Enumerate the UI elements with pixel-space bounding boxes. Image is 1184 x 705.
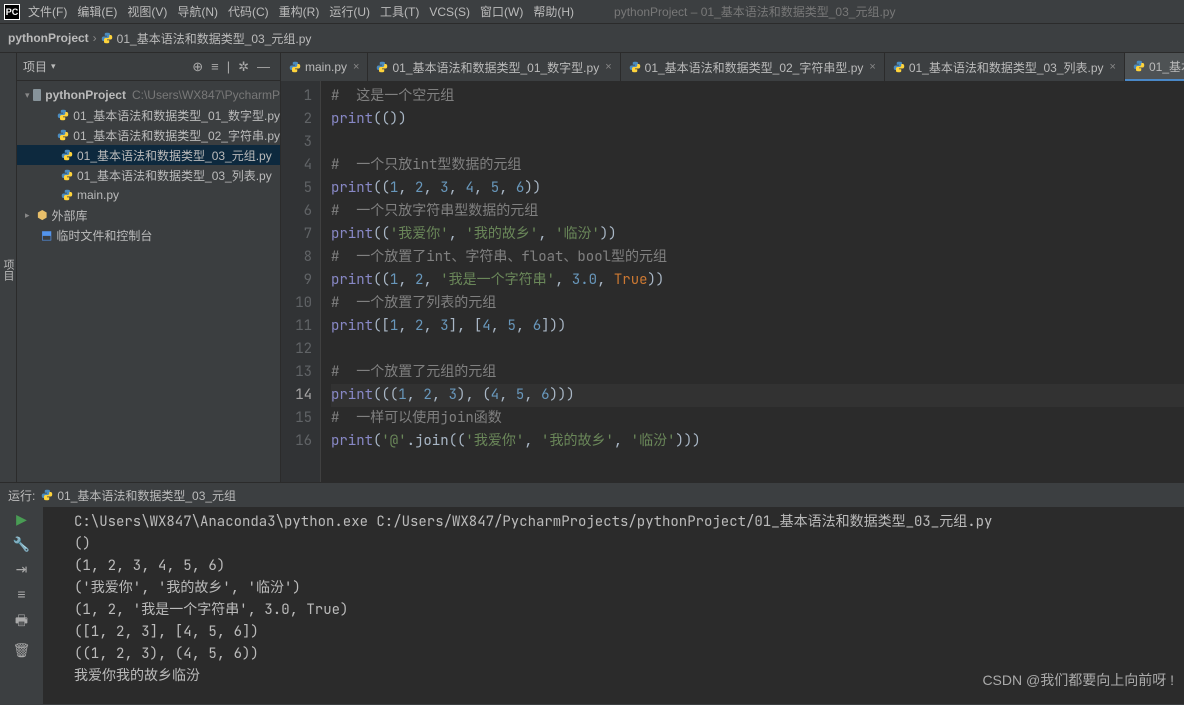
menu-item[interactable]: VCS(S) <box>429 5 470 19</box>
tool-window-stripe[interactable]: 项目 <box>0 53 17 482</box>
tree-file[interactable]: main.py <box>17 185 280 205</box>
chevron-right-icon: › <box>93 31 97 45</box>
python-file-icon <box>57 129 69 141</box>
menu-item[interactable]: 代码(C) <box>228 5 269 19</box>
line-gutter: 12345678910111213141516 <box>281 81 321 482</box>
print-icon[interactable]: 🖶 <box>15 610 28 634</box>
close-icon[interactable]: × <box>353 61 359 73</box>
wrench-icon[interactable]: 🔧 <box>13 536 30 553</box>
python-file-icon <box>289 61 301 73</box>
tree-file[interactable]: 01_基本语法和数据类型_03_列表.py <box>17 165 280 185</box>
divider: | <box>227 59 230 74</box>
menu-item[interactable]: 窗口(W) <box>480 5 523 19</box>
menu-item[interactable]: 视图(V) <box>127 5 167 19</box>
editor-tab[interactable]: 01_基本语法和数据类型_01_数字型.py× <box>368 53 620 81</box>
layout-icon[interactable]: ≡ <box>17 586 25 602</box>
editor-tabs: main.py×01_基本语法和数据类型_01_数字型.py×01_基本语法和数… <box>281 53 1184 81</box>
close-icon[interactable]: × <box>605 61 611 73</box>
python-file-icon <box>101 32 113 44</box>
close-icon[interactable]: × <box>869 61 875 73</box>
project-sidebar: 项目 ▾ ⊕ ≡ | ✲ — ▾pythonProjectC:\Users\WX… <box>17 53 281 482</box>
breadcrumb: pythonProject › 01_基本语法和数据类型_03_元组.py <box>0 24 1184 52</box>
python-file-icon <box>41 489 53 501</box>
tree-scratches[interactable]: ⬒临时文件和控制台 <box>17 225 280 245</box>
tree-file[interactable]: 01_基本语法和数据类型_03_元组.py <box>17 145 280 165</box>
breadcrumb-file[interactable]: 01_基本语法和数据类型_03_元组.py <box>117 30 312 47</box>
close-icon[interactable]: × <box>1110 61 1116 73</box>
editor-tab[interactable]: 01_基本语法和数据类型× <box>1125 53 1184 81</box>
menu-item[interactable]: 导航(N) <box>177 5 218 19</box>
python-file-icon <box>893 61 905 73</box>
run-config-name[interactable]: 01_基本语法和数据类型_03_元组 <box>57 487 236 504</box>
app-icon: PC <box>4 4 20 20</box>
python-file-icon <box>61 189 73 201</box>
editor-area: main.py×01_基本语法和数据类型_01_数字型.py×01_基本语法和数… <box>281 53 1184 482</box>
editor-tab[interactable]: main.py× <box>281 53 368 81</box>
gear-icon[interactable]: ✲ <box>238 59 249 75</box>
run-label: 运行: <box>8 487 35 504</box>
menu-item[interactable]: 重构(R) <box>279 5 320 19</box>
menu-item[interactable]: 编辑(E) <box>77 5 117 19</box>
sidebar-title: 项目 <box>23 58 47 75</box>
menu-item[interactable]: 文件(F) <box>28 5 67 19</box>
menu-bar: PC 文件(F) 编辑(E) 视图(V) 导航(N) 代码(C) 重构(R) 运行(U) 工具… <box>0 0 1184 24</box>
breadcrumb-project[interactable]: pythonProject <box>8 31 89 45</box>
code-editor[interactable]: 12345678910111213141516 # 这是一个空元组print((… <box>281 81 1184 482</box>
expand-icon[interactable]: ≡ <box>211 59 219 74</box>
python-file-icon <box>376 61 388 73</box>
select-opened-icon[interactable]: ⊕ <box>192 59 203 75</box>
menu-item[interactable]: 帮助(H) <box>533 5 574 19</box>
editor-tab[interactable]: 01_基本语法和数据类型_02_字符串型.py× <box>621 53 885 81</box>
run-toolbar: ▶ 🔧 ⇥ ≡ 🖶 🗑 <box>0 507 44 704</box>
python-file-icon <box>61 169 73 181</box>
tree-file[interactable]: 01_基本语法和数据类型_01_数字型.py <box>17 105 280 125</box>
step-icon[interactable]: ⇥ <box>16 561 28 578</box>
python-file-icon <box>629 61 641 73</box>
menu-item[interactable]: 运行(U) <box>329 5 370 19</box>
tree-ext-lib[interactable]: ▸⬢外部库 <box>17 205 280 225</box>
hide-icon[interactable]: — <box>257 59 270 74</box>
python-file-icon <box>1133 60 1145 72</box>
python-file-icon <box>61 149 73 161</box>
console-output[interactable]: C:\Users\WX847\Anaconda3\python.exe C:/U… <box>44 507 1184 704</box>
tree-root[interactable]: ▾pythonProjectC:\Users\WX847\PycharmP <box>17 85 280 105</box>
folder-icon <box>33 89 42 101</box>
python-file-icon <box>57 109 69 121</box>
editor-tab[interactable]: 01_基本语法和数据类型_03_列表.py× <box>885 53 1125 81</box>
tree-file[interactable]: 01_基本语法和数据类型_02_字符串.py <box>17 125 280 145</box>
run-tool-window: 运行: 01_基本语法和数据类型_03_元组 ▶ 🔧 ⇥ ≡ 🖶 🗑 C:\Us… <box>0 482 1184 704</box>
rerun-icon[interactable]: ▶ <box>16 511 27 528</box>
dropdown-icon[interactable]: ▾ <box>51 61 56 72</box>
menu-item[interactable]: 工具(T) <box>380 5 419 19</box>
trash-icon[interactable]: 🗑 <box>13 642 31 659</box>
window-title: pythonProject – 01_基本语法和数据类型_03_元组.py <box>614 3 895 20</box>
